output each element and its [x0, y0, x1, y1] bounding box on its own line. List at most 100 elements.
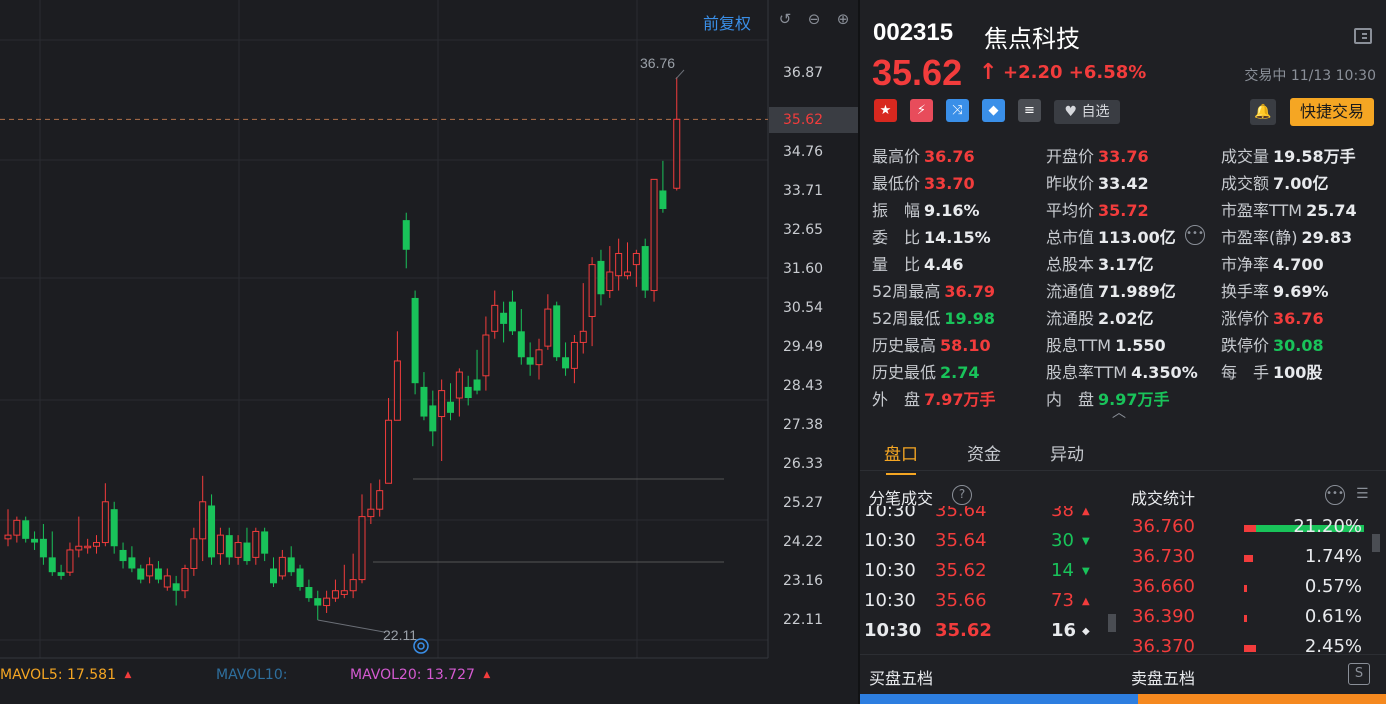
add-watchlist-button[interactable]: ♥ 自选	[1054, 100, 1120, 124]
candle-body	[13, 519, 21, 536]
notes-icon[interactable]: ≡	[1018, 99, 1041, 122]
candle-body	[673, 118, 681, 189]
candle-body	[137, 568, 145, 580]
watch-label: 自选	[1081, 104, 1110, 120]
candle-body	[163, 575, 171, 588]
stock-code: 002315	[873, 19, 954, 46]
stat-item: 外 盘 7.97万手	[872, 386, 996, 410]
stat-label: 振 幅	[872, 201, 921, 220]
stat-label: 市净率	[1221, 255, 1270, 274]
last-price: 35.62	[872, 52, 963, 93]
stat-label: 股息率TTM	[1046, 363, 1128, 382]
price-axis-label: 32.65	[783, 222, 824, 238]
tick-price: 35.62	[935, 560, 987, 581]
help-icon[interactable]: ?	[952, 485, 972, 505]
shuffle-icon[interactable]: ⤨	[946, 99, 969, 122]
quick-trade-button[interactable]: 快捷交易	[1290, 98, 1374, 126]
stat-value: 7.00亿	[1273, 174, 1329, 193]
settings-s-icon[interactable]: S	[1348, 663, 1370, 685]
zoom-out-icon[interactable]: ⊖	[805, 10, 823, 28]
vol-stats-scrollbar[interactable]	[1372, 534, 1380, 552]
vol-stat-price: 36.390	[1132, 606, 1195, 627]
stat-label: 成交额	[1221, 174, 1270, 193]
stat-label: 委 比	[872, 228, 921, 247]
list-view-icon[interactable]: ☰	[1356, 486, 1376, 504]
collapse-chevron-icon[interactable]: ︿	[1112, 402, 1126, 422]
margin-trading-icon[interactable]: ⚡	[910, 99, 933, 122]
candle-body	[340, 590, 348, 595]
ticks-scrollbar[interactable]	[1108, 614, 1116, 632]
stat-value: 7.97万手	[924, 390, 996, 409]
quote-panel: 002315 焦点科技 35.62 ↑ +2.20 +6.58% 交易中 11/…	[860, 0, 1386, 704]
volume-stats-list[interactable]: 36.760 21.20% 36.730 1.74% 36.660 0.57% 36.390…	[1128, 506, 1380, 654]
candle-body	[252, 530, 260, 558]
vol-stat-pct: 2.45%	[1304, 636, 1362, 654]
candle-body	[420, 386, 428, 417]
price-axis-label: 23.16	[783, 573, 824, 589]
tab-events[interactable]: 异动	[1050, 440, 1084, 465]
stat-value: 2.74	[940, 363, 980, 382]
high-marker-line	[675, 69, 685, 80]
stat-value: 25.74	[1306, 201, 1357, 220]
candle-body	[597, 260, 605, 295]
stat-item: 市盈率(静) 29.83	[1221, 224, 1352, 248]
price-axis-label: 34.76	[783, 144, 824, 160]
candle-body	[553, 305, 561, 358]
price-axis-label: 28.43	[783, 378, 824, 394]
zoom-in-icon[interactable]: ⊕	[834, 10, 852, 28]
stat-item: 股息率TTM 4.350%	[1046, 359, 1198, 383]
stat-label: 量 比	[872, 255, 921, 274]
low-marker-line	[317, 619, 385, 633]
stat-item: 市净率 4.700	[1221, 251, 1324, 275]
up-triangle-icon: ▲	[483, 670, 491, 680]
candle-body	[358, 516, 366, 581]
tick-volume: 73	[1051, 590, 1074, 611]
candle-body	[517, 331, 525, 358]
tag-icon[interactable]: ◆	[982, 99, 1005, 122]
stat-label: 跌停价	[1221, 336, 1270, 355]
more-options-icon[interactable]: •••	[1325, 485, 1345, 505]
candle-body	[296, 568, 304, 588]
tab-pankou[interactable]: 盘口	[884, 440, 918, 475]
candle-body	[447, 401, 454, 413]
stat-item: 历史最高 58.10	[872, 332, 991, 356]
kline-svg[interactable]: 36.76 22.11	[0, 0, 858, 704]
tab-funds[interactable]: 资金	[967, 440, 1001, 465]
price-axis-label: 24.22	[783, 534, 824, 550]
tick-direction-icon: ▲	[1082, 506, 1090, 517]
alert-bell-icon[interactable]: 🔔	[1250, 99, 1276, 125]
candle-body	[455, 371, 463, 399]
kline-chart[interactable]: 36.76 22.11 前复权 ↺ ⊖ ⊕ 36.87 34.76 33.71 3…	[0, 0, 858, 704]
stat-item: 股息TTM 1.550	[1046, 332, 1166, 356]
stat-value: 4.350%	[1131, 363, 1198, 382]
stat-value: 4.700	[1273, 255, 1324, 274]
more-icon[interactable]: •••	[1185, 225, 1205, 245]
tick-list[interactable]: 10:30 35.64 38 ▲ 10:30 35.64 30 ▼ 10:30 35.62 14 ▼ 1…	[860, 506, 1110, 654]
stat-item: 流通值 71.989亿	[1046, 278, 1176, 302]
candle-body	[500, 312, 508, 324]
up-arrow-icon: ↑	[979, 60, 998, 85]
stat-label: 换手率	[1221, 282, 1270, 301]
layout-toggle-icon[interactable]	[1354, 28, 1372, 44]
tick-time: 10:30	[864, 506, 916, 521]
stat-label: 涨停价	[1221, 309, 1270, 328]
stat-value: 14.15%	[924, 228, 991, 247]
adjust-mode-link[interactable]: 前复权	[703, 10, 751, 34]
china-flag-icon[interactable]: ★	[874, 99, 897, 122]
tick-direction-icon: ▼	[1082, 566, 1090, 577]
stat-value: 9.69%	[1273, 282, 1329, 301]
stat-label: 流通股	[1046, 309, 1095, 328]
mavol5-indicator: MAVOL5: 17.581 ▲	[0, 667, 131, 683]
vol-stat-row: 36.760 21.20%	[1128, 516, 1380, 546]
sell-levels-title: 卖盘五档	[1131, 669, 1196, 688]
stat-label: 外 盘	[872, 390, 921, 409]
stat-value: 2.02亿	[1098, 309, 1154, 328]
vol-stat-pct: 0.57%	[1304, 576, 1362, 597]
mavol20-value: 13.727	[425, 667, 475, 683]
high-marker-label: 36.76	[640, 55, 675, 71]
stat-value: 3.17亿	[1098, 255, 1154, 274]
price-axis-label: 22.11	[783, 612, 824, 628]
mavol5-value: 17.581	[67, 667, 116, 683]
reset-icon[interactable]: ↺	[776, 10, 794, 28]
tick-price: 35.64	[935, 530, 987, 551]
